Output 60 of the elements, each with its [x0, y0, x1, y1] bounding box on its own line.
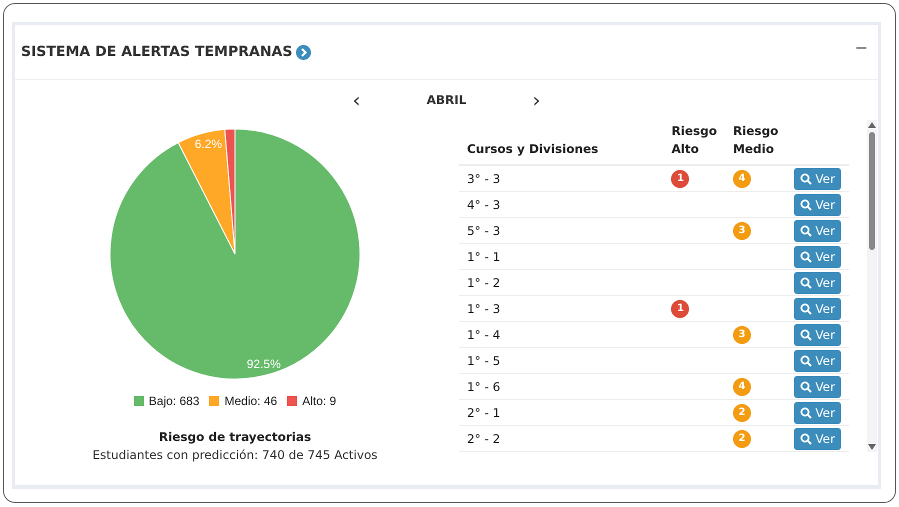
medium-risk-badge: 4 [732, 378, 751, 396]
search-icon [800, 276, 812, 288]
medium-risk-badge: 3 [732, 326, 751, 344]
column-header: Riesgo Medio [724, 120, 786, 165]
search-icon [800, 224, 812, 236]
view-button[interactable]: Ver [794, 298, 841, 320]
view-button[interactable]: Ver [794, 350, 841, 372]
scroll-up-icon[interactable] [868, 122, 876, 128]
next-month-button[interactable]: › [516, 88, 556, 112]
view-button[interactable]: Ver [794, 324, 841, 346]
view-button[interactable]: Ver [794, 220, 841, 242]
card-title: SISTEMA DE ALERTAS TEMPRANAS [21, 44, 292, 60]
chart-caption: Estudiantes con predicción: 740 de 745 Activos [92, 448, 378, 462]
course-cell: 2° - 2 [459, 426, 664, 452]
search-icon [800, 380, 812, 392]
collapse-button[interactable]: − [854, 38, 868, 66]
search-icon [800, 406, 812, 418]
course-cell: 4° - 3 [459, 192, 664, 218]
search-icon [800, 302, 812, 314]
medium-risk-badge: 3 [732, 222, 751, 240]
slice-label: 92.5% [246, 356, 281, 371]
search-icon [800, 432, 812, 444]
previous-month-button[interactable]: ‹ [336, 88, 376, 112]
legend-label: Medio: 46 [224, 394, 278, 408]
course-cell: 3° - 3 [459, 165, 664, 192]
chart-caption-title: Riesgo de trayectorias [158, 430, 312, 444]
search-icon [800, 172, 812, 184]
medium-risk-badge: 4 [732, 170, 751, 188]
view-button[interactable]: Ver [794, 272, 841, 294]
course-cell: 1° - 5 [459, 348, 664, 374]
chevron-circle-icon[interactable] [296, 44, 312, 60]
view-button[interactable]: Ver [794, 168, 841, 190]
column-header: Cursos y Divisiones [459, 120, 664, 165]
medium-risk-badge: 2 [732, 404, 751, 422]
scroll-down-icon[interactable] [868, 444, 876, 450]
course-cell: 1° - 1 [459, 244, 664, 270]
high-risk-badge: 1 [671, 170, 690, 188]
course-cell: 1° - 4 [459, 322, 664, 348]
course-cell: 5° - 3 [459, 218, 664, 244]
search-icon [800, 354, 812, 366]
view-button[interactable]: Ver [794, 428, 841, 450]
course-cell: 1° - 6 [459, 374, 664, 400]
view-button[interactable]: Ver [794, 376, 841, 398]
scrollbar[interactable] [867, 120, 877, 452]
slice-label: 6.2% [194, 137, 222, 152]
course-cell: 1° - 3 [459, 296, 664, 322]
column-header: Riesgo Alto [663, 120, 725, 165]
legend-label: Alto: 9 [302, 394, 336, 408]
view-button[interactable]: Ver [794, 194, 841, 216]
month-label: ABRIL [426, 93, 468, 107]
medium-risk-badge: 2 [732, 430, 751, 448]
course-cell: 2° - 1 [459, 400, 664, 426]
view-button[interactable]: Ver [794, 402, 841, 424]
high-risk-badge: 1 [671, 300, 690, 318]
search-icon [800, 328, 812, 340]
course-cell: 1° - 2 [459, 270, 664, 296]
search-icon [800, 198, 812, 210]
legend-label: Bajo: 683 [148, 394, 200, 408]
view-button[interactable]: Ver [794, 246, 841, 268]
search-icon [800, 250, 812, 262]
